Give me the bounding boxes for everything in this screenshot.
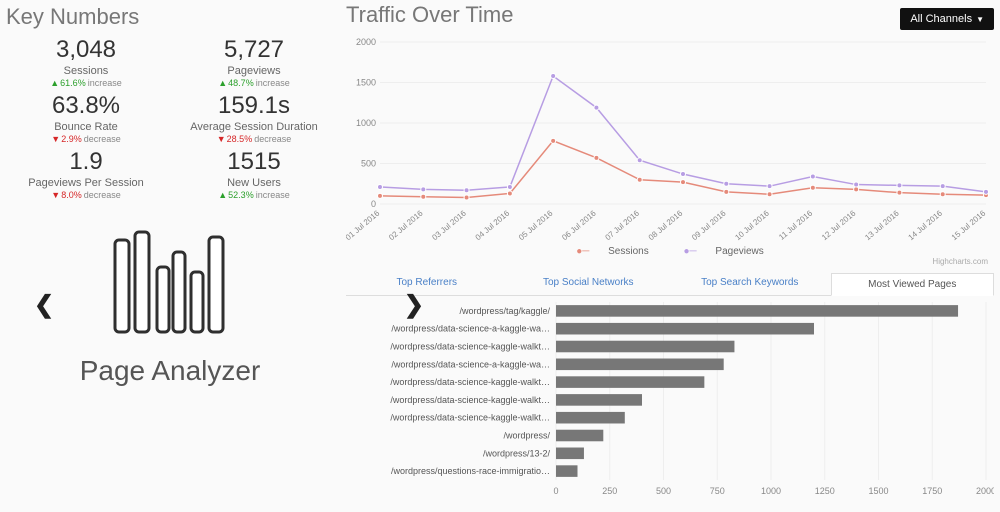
tab-top-social-networks[interactable]: Top Social Networks — [508, 272, 670, 295]
kpi-label: Bounce Rate — [6, 121, 166, 133]
chevron-left-icon[interactable]: ❮ — [34, 290, 54, 319]
kpi-value: 159.1s — [174, 92, 334, 120]
tab-most-viewed-pages[interactable]: Most Viewed Pages — [831, 273, 995, 296]
page-analyzer-icon — [105, 222, 235, 347]
svg-text:14 Jul 2016: 14 Jul 2016 — [907, 208, 945, 242]
kpi-1: 5,727 Pageviews ▲48.7%increase — [174, 36, 334, 88]
svg-text:03 Jul 2016: 03 Jul 2016 — [430, 208, 468, 242]
arrow-down-icon: ▼ — [51, 190, 60, 200]
chart-watermark: Highcharts.com — [346, 257, 994, 266]
svg-text:/wordpress/data-science-kaggle: /wordpress/data-science-kaggle-walkt… — [390, 395, 550, 405]
svg-text:500: 500 — [361, 159, 376, 169]
kpi-5: 1515 New Users ▲52.3%increase — [174, 148, 334, 200]
svg-text:05 Jul 2016: 05 Jul 2016 — [517, 208, 555, 242]
svg-text:/wordpress/data-science-kaggle: /wordpress/data-science-kaggle-walkt… — [390, 413, 550, 423]
svg-text:/wordpress/data-science-a-kagg: /wordpress/data-science-a-kaggle-wa… — [391, 324, 550, 334]
svg-text:750: 750 — [710, 486, 725, 496]
dropdown-label: All Channels — [910, 13, 972, 25]
kpi-2: 63.8% Bounce Rate ▼2.9%decrease — [6, 92, 166, 144]
svg-text:/wordpress/: /wordpress/ — [503, 431, 550, 441]
kpi-value: 1515 — [174, 148, 334, 176]
kpi-3: 159.1s Average Session Duration ▼28.5%de… — [174, 92, 334, 144]
svg-text:1000: 1000 — [356, 118, 376, 128]
channels-dropdown[interactable]: All Channels ▼ — [900, 8, 994, 30]
kpi-4: 1.9 Pageviews Per Session ▼8.0%decrease — [6, 148, 166, 200]
arrow-up-icon: ▲ — [218, 190, 227, 200]
line-legend: ●─ Sessions ●─ Pageviews — [346, 246, 994, 257]
svg-text:1500: 1500 — [356, 78, 376, 88]
svg-text:09 Jul 2016: 09 Jul 2016 — [690, 208, 728, 242]
svg-text:11 Jul 2016: 11 Jul 2016 — [777, 208, 814, 241]
svg-text:/wordpress/13-2/: /wordpress/13-2/ — [483, 448, 551, 458]
kpi-value: 63.8% — [6, 92, 166, 120]
kpi-0: 3,048 Sessions ▲61.6%increase — [6, 36, 166, 88]
svg-text:02 Jul 2016: 02 Jul 2016 — [387, 208, 425, 242]
svg-text:1500: 1500 — [868, 486, 888, 496]
svg-text:/wordpress/data-science-a-kagg: /wordpress/data-science-a-kaggle-wa… — [391, 359, 550, 369]
svg-text:0: 0 — [371, 199, 376, 209]
kpi-delta: ▲52.3%increase — [174, 190, 334, 200]
kpi-label: Sessions — [6, 65, 166, 77]
svg-text:12 Jul 2016: 12 Jul 2016 — [820, 208, 858, 242]
svg-text:0: 0 — [553, 486, 558, 496]
page-analyzer-carousel: ❮ ❯ Page Analyzer — [6, 222, 334, 387]
traffic-line-chart: 0 500 1000 1500 2000 01 Jul 201602 Jul 201603… — [346, 34, 994, 246]
arrow-down-icon: ▼ — [217, 134, 226, 144]
svg-text:01 Jul 2016: 01 Jul 2016 — [346, 208, 382, 242]
arrow-down-icon: ▼ — [51, 134, 60, 144]
svg-text:13 Jul 2016: 13 Jul 2016 — [863, 208, 901, 242]
svg-text:08 Jul 2016: 08 Jul 2016 — [647, 208, 685, 242]
svg-text:/wordpress/questions-race-immi: /wordpress/questions-race-immigratio… — [391, 466, 550, 476]
pages-bar-chart: 0 250 500 750 1000 1250 1500 1750 2000/wordpress… — [346, 298, 994, 498]
tab-top-search-keywords[interactable]: Top Search Keywords — [669, 272, 831, 295]
kpi-delta: ▲61.6%increase — [6, 78, 166, 88]
kpi-value: 1.9 — [6, 148, 166, 176]
kpi-value: 3,048 — [6, 36, 166, 64]
svg-text:1250: 1250 — [815, 486, 835, 496]
svg-text:15 Jul 2016: 15 Jul 2016 — [950, 208, 988, 242]
kpi-delta: ▼2.9%decrease — [6, 134, 166, 144]
svg-text:/wordpress/data-science-kaggle: /wordpress/data-science-kaggle-walkt… — [390, 377, 550, 387]
pages-tabs: Top ReferrersTop Social NetworksTop Sear… — [346, 272, 994, 296]
kpi-label: Pageviews Per Session — [6, 177, 166, 189]
svg-text:04 Jul 2016: 04 Jul 2016 — [474, 208, 512, 242]
svg-text:/wordpress/data-science-kaggle: /wordpress/data-science-kaggle-walkt… — [390, 342, 550, 352]
kpi-label: Average Session Duration — [174, 121, 334, 133]
kpi-delta: ▼8.0%decrease — [6, 190, 166, 200]
svg-text:250: 250 — [602, 486, 617, 496]
svg-text:1000: 1000 — [761, 486, 781, 496]
svg-text:07 Jul 2016: 07 Jul 2016 — [604, 208, 642, 242]
kpi-delta: ▲48.7%increase — [174, 78, 334, 88]
svg-text:500: 500 — [656, 486, 671, 496]
kpi-delta: ▼28.5%decrease — [174, 134, 334, 144]
traffic-title: Traffic Over Time — [346, 2, 513, 28]
svg-text:2000: 2000 — [356, 37, 376, 47]
key-numbers-title: Key Numbers — [6, 4, 334, 30]
arrow-up-icon: ▲ — [218, 78, 227, 88]
kpi-label: Pageviews — [174, 65, 334, 77]
svg-text:10 Jul 2016: 10 Jul 2016 — [733, 208, 771, 242]
kpi-grid: 3,048 Sessions ▲61.6%increase5,727 Pagev… — [6, 36, 334, 200]
chevron-down-icon: ▼ — [976, 15, 984, 24]
svg-text:/wordpress/tag/kaggle/: /wordpress/tag/kaggle/ — [459, 306, 550, 316]
svg-text:06 Jul 2016: 06 Jul 2016 — [560, 208, 598, 242]
kpi-value: 5,727 — [174, 36, 334, 64]
kpi-label: New Users — [174, 177, 334, 189]
tab-top-referrers[interactable]: Top Referrers — [346, 272, 508, 295]
svg-text:2000: 2000 — [976, 486, 994, 496]
carousel-title: Page Analyzer — [6, 355, 334, 387]
arrow-up-icon: ▲ — [50, 78, 59, 88]
svg-text:1750: 1750 — [922, 486, 942, 496]
